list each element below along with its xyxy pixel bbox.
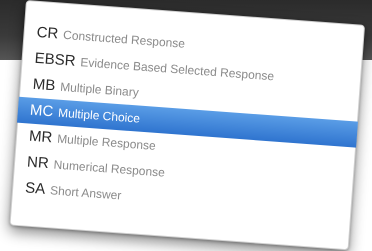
option-code: NR (26, 153, 50, 173)
option-code: MR (28, 127, 53, 147)
option-code: MC (29, 101, 54, 121)
option-code: SA (24, 179, 46, 198)
screenshot-stage: CR Constructed Response EBSR Evidence Ba… (0, 0, 372, 251)
option-label: Short Answer (49, 183, 122, 203)
option-code: CR (36, 23, 59, 43)
option-code: MB (32, 75, 56, 95)
option-code: EBSR (34, 49, 77, 70)
item-type-dropdown-menu[interactable]: CR Constructed Response EBSR Evidence Ba… (9, 0, 366, 251)
